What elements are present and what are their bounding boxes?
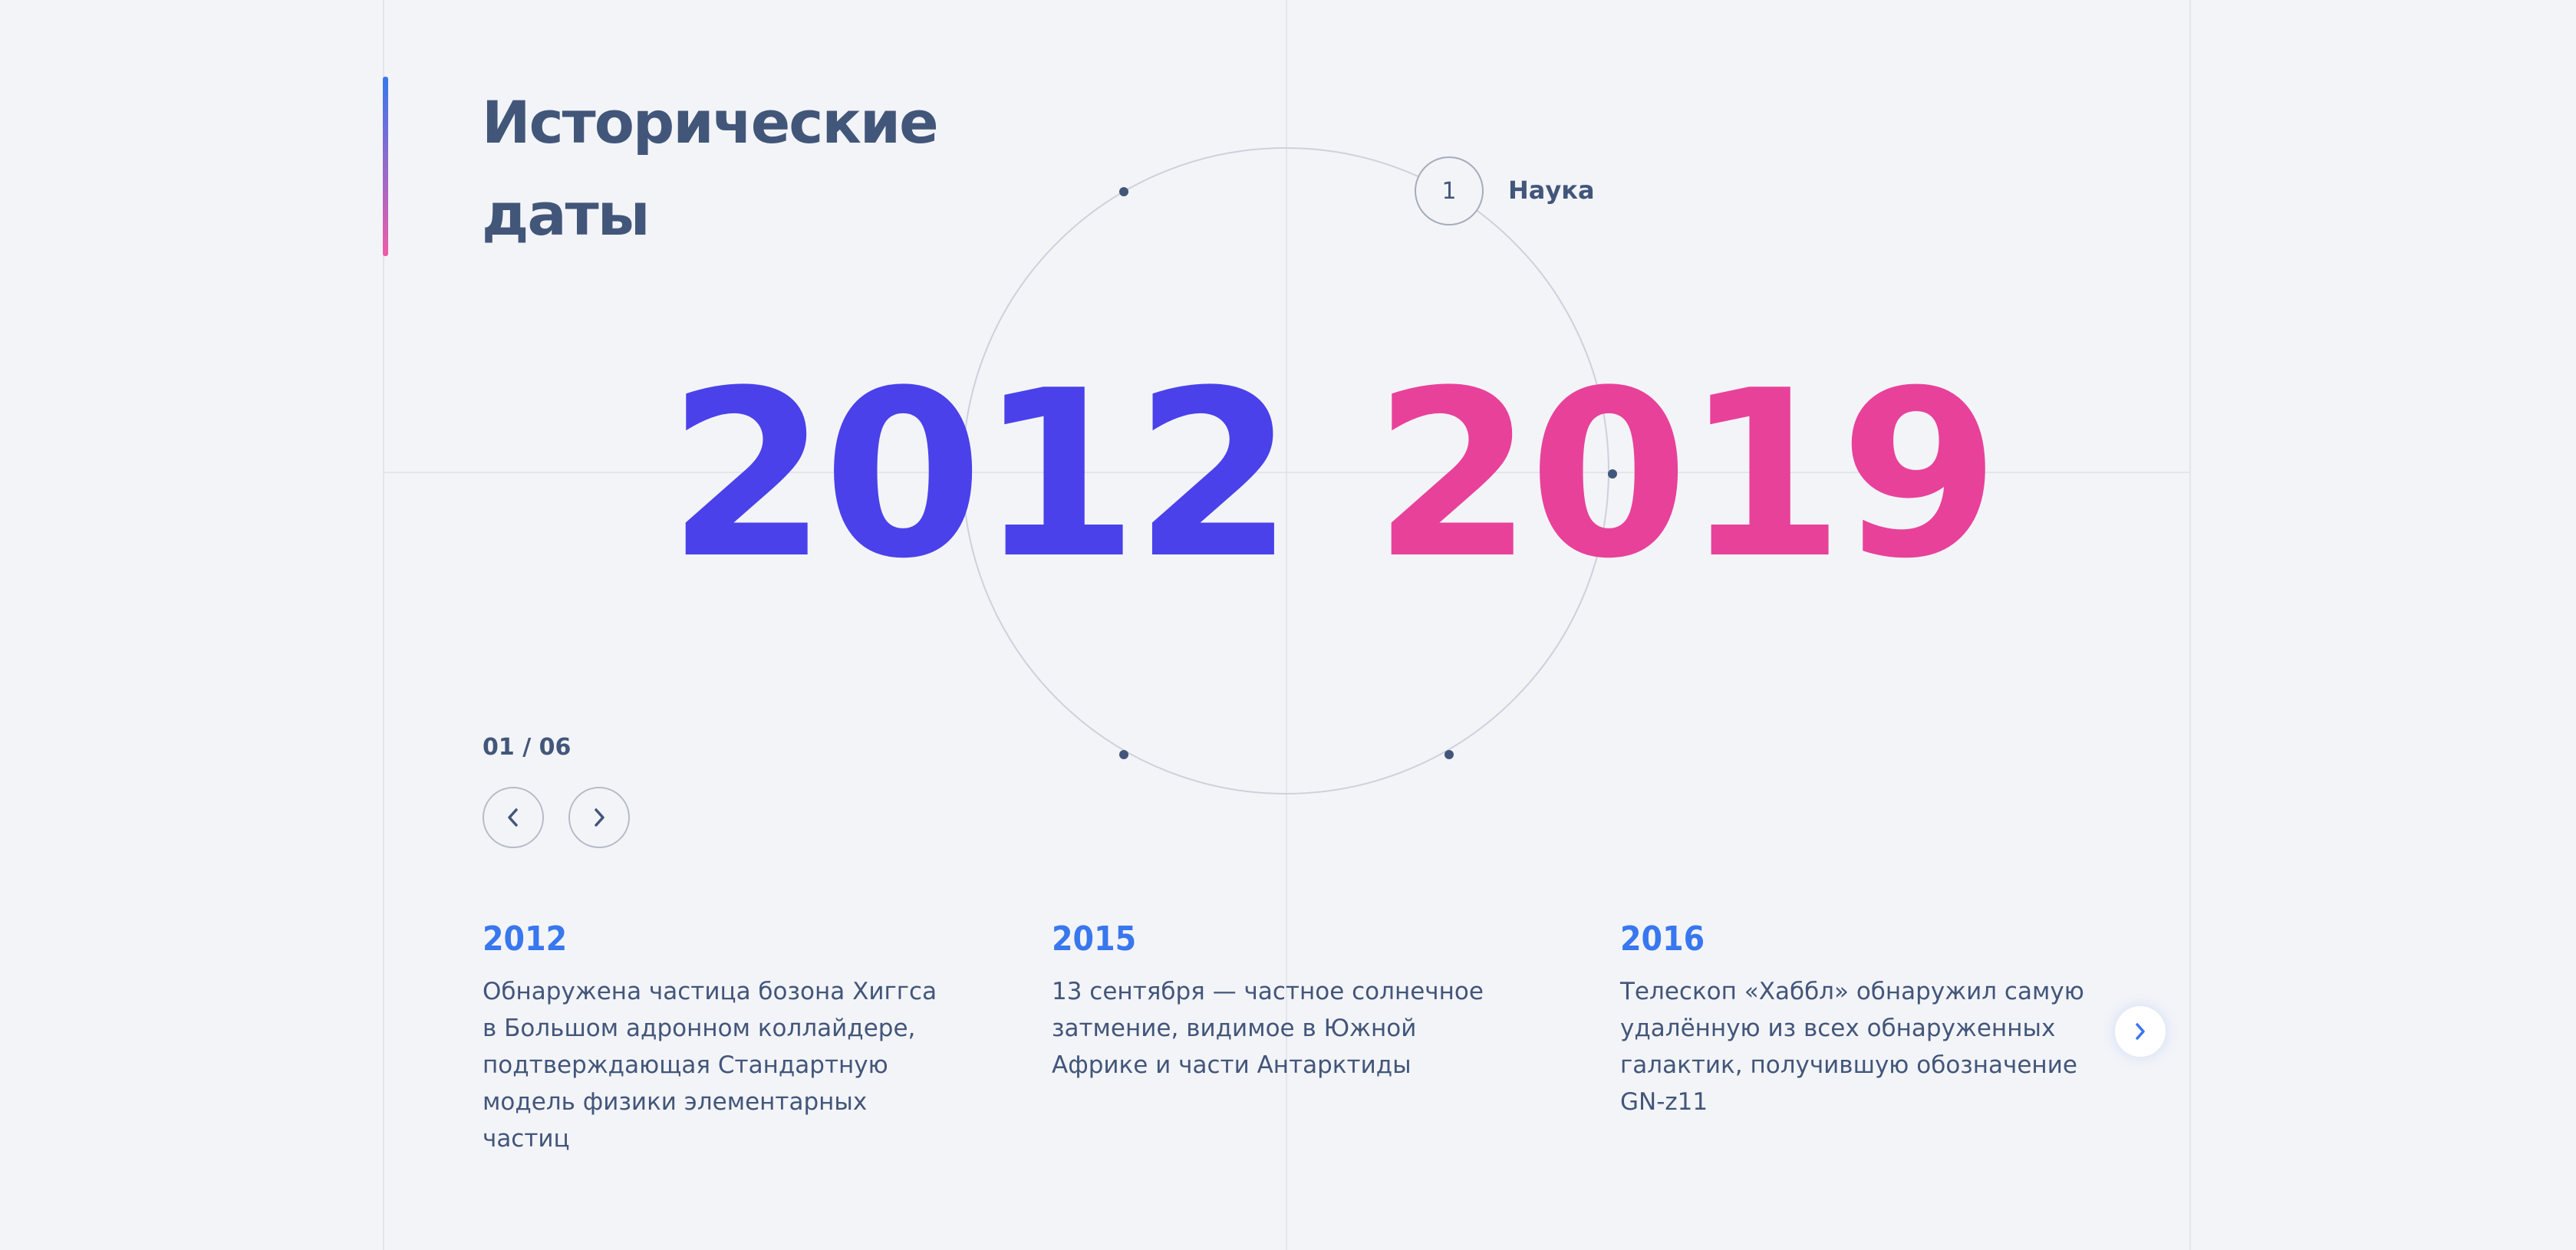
- circle-dot-2[interactable]: [1119, 187, 1128, 196]
- circle-active-node[interactable]: 1: [1415, 156, 1484, 225]
- chevron-left-icon: [508, 808, 518, 827]
- grid-line-right: [2189, 0, 2191, 1250]
- event-year: 2012: [483, 919, 568, 959]
- event-description: Телескоп «Хаббл» обнаружил самую удалённ…: [1620, 978, 2084, 1116]
- event-card: 2012 Обнаружена частица бозона Хиггса в …: [483, 916, 943, 1157]
- circle-dot-5[interactable]: [1119, 750, 1128, 759]
- circle-dot-4[interactable]: [1444, 750, 1454, 759]
- events-slider-next-button[interactable]: [2115, 1006, 2166, 1057]
- page-title-line-1: Исторические: [482, 88, 939, 156]
- title-accent-bar: [383, 77, 388, 256]
- page-title-line-2: даты: [482, 180, 650, 248]
- chevron-right-icon: [2136, 1023, 2145, 1040]
- event-year: 2015: [1052, 919, 1137, 959]
- event-card: 2015 13 сентября — частное солнечное зат…: [1052, 916, 1512, 1084]
- event-year: 2016: [1620, 919, 1705, 959]
- historical-dates-page: Исторические даты 2012 2019 1 Наука 01 /…: [0, 0, 2576, 1250]
- period-start-year: 2012: [667, 341, 1294, 609]
- event-card: 2016 Телескоп «Хаббл» обнаружил самую уд…: [1620, 916, 2111, 1120]
- prev-period-button[interactable]: [483, 787, 544, 848]
- period-end-year: 2019: [1373, 341, 2000, 609]
- event-description: Обнаружена частица бозона Хиггса в Больш…: [483, 978, 937, 1153]
- chevron-right-icon: [595, 808, 604, 827]
- period-counter: 01 / 06: [483, 734, 572, 761]
- next-period-button[interactable]: [568, 787, 630, 848]
- event-description: 13 сентября — частное солнечное затмение…: [1052, 978, 1484, 1079]
- circle-active-label: Наука: [1508, 176, 1595, 205]
- page-title: Исторические даты: [482, 77, 1095, 261]
- circle-active-node-number: 1: [1441, 177, 1457, 205]
